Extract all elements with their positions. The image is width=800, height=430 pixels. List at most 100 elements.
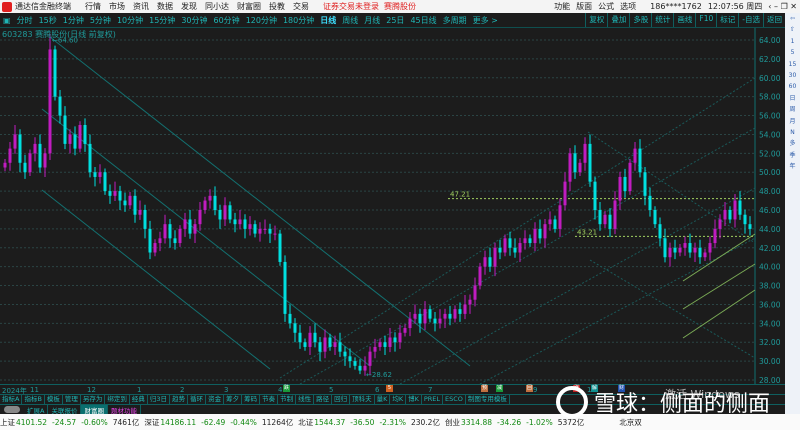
window-controls[interactable]: ‹ – ❐ ✕ <box>768 2 797 11</box>
candle[interactable] <box>68 134 72 144</box>
sidebar-button[interactable]: 多 <box>789 138 795 149</box>
candle[interactable] <box>28 153 32 173</box>
candle[interactable] <box>18 134 22 163</box>
extension-tab[interactable]: 财富圈 <box>81 404 108 415</box>
candle[interactable] <box>553 219 557 229</box>
candle[interactable] <box>563 181 567 206</box>
indicator-tab[interactable]: 归3日 <box>148 395 171 404</box>
candle[interactable] <box>328 337 332 347</box>
candle[interactable] <box>593 181 597 210</box>
index-name[interactable]: 上证 <box>0 417 15 428</box>
candle[interactable] <box>128 195 132 206</box>
candle[interactable] <box>663 238 667 258</box>
event-tag[interactable]: 5 <box>386 385 393 392</box>
candle[interactable] <box>623 176 627 192</box>
candle[interactable] <box>83 125 87 144</box>
candle[interactable] <box>98 172 102 177</box>
candle[interactable] <box>373 346 377 352</box>
indicator-tab[interactable]: 顶科夫 <box>350 395 375 404</box>
indicator-tab[interactable]: 路径 <box>314 395 333 404</box>
indicator-tab[interactable]: 趋势 <box>170 395 189 404</box>
candle[interactable] <box>518 243 522 253</box>
candle[interactable] <box>43 153 47 168</box>
sidebar-button[interactable]: 5 <box>791 47 795 58</box>
candle[interactable] <box>268 228 272 234</box>
candle[interactable] <box>618 176 622 201</box>
event-tag[interactable]: 解 <box>591 385 598 392</box>
candle[interactable] <box>403 328 407 333</box>
event-tag[interactable]: 减 <box>496 385 503 392</box>
candle[interactable] <box>283 261 287 314</box>
menu-item[interactable]: 市场 <box>109 1 125 12</box>
period-tab[interactable]: 15分钟 <box>149 15 175 26</box>
candle[interactable] <box>633 148 637 163</box>
candle[interactable] <box>643 172 647 196</box>
sidebar-button[interactable]: 30 <box>789 70 797 81</box>
candle[interactable] <box>443 313 447 319</box>
candle[interactable] <box>338 342 342 352</box>
candle[interactable] <box>358 365 362 371</box>
candle[interactable] <box>183 219 187 229</box>
period-tab[interactable]: 25日 <box>386 15 404 26</box>
candle[interactable] <box>203 200 207 210</box>
candle[interactable] <box>588 143 592 182</box>
candle[interactable] <box>718 219 722 229</box>
login-notice[interactable]: 证券交易未登录 <box>323 1 379 12</box>
candle[interactable] <box>303 342 307 347</box>
sidebar-button[interactable]: 1 <box>791 36 795 47</box>
candle[interactable] <box>363 365 367 371</box>
period-tab[interactable]: 45日线 <box>410 15 436 26</box>
candle[interactable] <box>93 172 97 177</box>
candle[interactable] <box>353 361 357 366</box>
candle[interactable] <box>463 304 467 314</box>
menu-item[interactable]: 行情 <box>85 1 101 12</box>
candle[interactable] <box>583 143 587 163</box>
menu-item[interactable]: 版面 <box>576 1 592 12</box>
sidebar-button[interactable]: 季 <box>789 150 795 161</box>
candle[interactable] <box>38 143 42 168</box>
candle[interactable] <box>523 238 527 244</box>
candle[interactable] <box>113 191 117 196</box>
candle[interactable] <box>573 153 577 173</box>
candle[interactable] <box>513 247 517 253</box>
candle[interactable] <box>568 153 572 182</box>
toolbar-button[interactable]: -自选 <box>738 13 763 27</box>
period-tab[interactable]: 30分钟 <box>181 15 207 26</box>
candle[interactable] <box>318 342 322 352</box>
candle[interactable] <box>238 219 242 225</box>
candle[interactable] <box>433 318 437 324</box>
sidebar-button[interactable]: 周 <box>789 104 795 115</box>
event-tag[interactable]: 财 <box>618 385 625 392</box>
toolbar-button[interactable]: 复权 <box>585 13 607 27</box>
candle[interactable] <box>598 210 602 225</box>
period-tab[interactable]: 多周期 <box>443 15 467 26</box>
trend-line[interactable] <box>49 36 471 367</box>
candle[interactable] <box>308 332 312 347</box>
candle[interactable] <box>293 323 297 333</box>
menu-item[interactable]: 资讯 <box>133 1 149 12</box>
candle[interactable] <box>298 332 302 343</box>
menu-item[interactable]: 功能 <box>554 1 570 12</box>
indicator-tab[interactable]: 筹夕 <box>224 395 243 404</box>
event-tag[interactable]: 回 <box>526 385 533 392</box>
candle[interactable] <box>133 195 137 215</box>
event-tag[interactable]: 涨 <box>573 385 580 392</box>
candle[interactable] <box>653 210 657 225</box>
candle[interactable] <box>333 342 337 347</box>
candle[interactable] <box>163 224 167 239</box>
period-tab[interactable]: 10分钟 <box>117 15 143 26</box>
candle[interactable] <box>438 318 442 324</box>
candle[interactable] <box>483 257 487 267</box>
indicator-tab[interactable]: 博K <box>406 395 422 404</box>
sidebar-button[interactable]: 月 <box>789 116 795 127</box>
candle[interactable] <box>108 191 112 196</box>
candle[interactable] <box>53 49 57 97</box>
trend-line[interactable] <box>682 233 756 282</box>
candle[interactable] <box>398 332 402 343</box>
toolbar-button[interactable]: 标记 <box>716 13 738 27</box>
trend-line[interactable] <box>299 127 756 384</box>
menu-item[interactable]: 选项 <box>620 1 636 12</box>
period-tab[interactable]: 分时 <box>17 15 33 26</box>
candle[interactable] <box>733 200 737 220</box>
candle[interactable] <box>548 219 552 225</box>
